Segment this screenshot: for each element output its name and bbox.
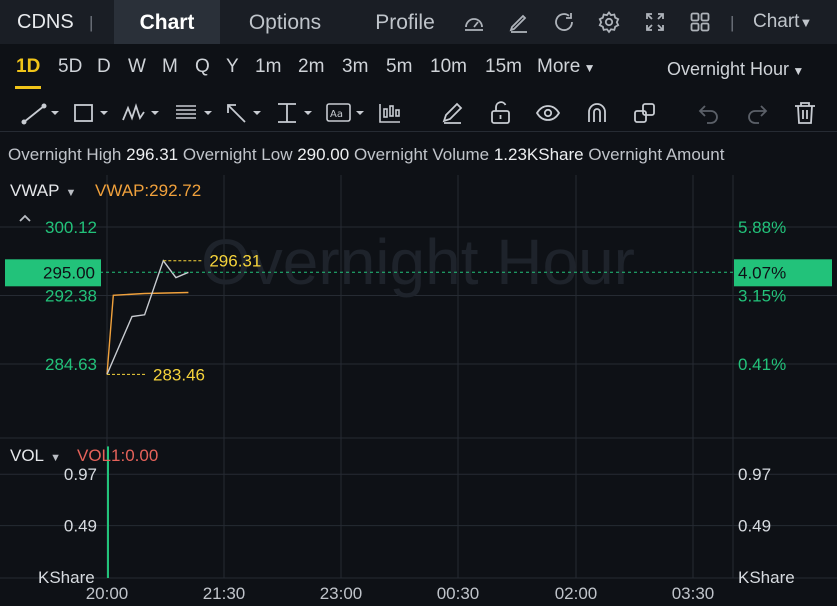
marker-label: 283.46 xyxy=(153,365,205,384)
time-tick-label: 23:00 xyxy=(320,584,363,603)
time-tick-label: 02:00 xyxy=(555,584,598,603)
price-line xyxy=(106,259,189,375)
current-price-label: 295.00 xyxy=(43,263,95,282)
volume-tick-label: 0.49 xyxy=(64,517,97,536)
time-tick-label: 03:30 xyxy=(672,584,715,603)
chevron-up-icon[interactable] xyxy=(17,210,33,226)
time-axis: 20:00 21:30 23:00 00:30 02:00 03:30 xyxy=(86,584,715,603)
session-watermark: Overnight Hour xyxy=(201,226,635,298)
vol-name: VOL xyxy=(10,446,45,465)
vwap-indicator-menu[interactable]: VWAP ▼ xyxy=(10,181,76,201)
percent-tick-label: 0.41% xyxy=(738,355,786,374)
price-chart[interactable]: Overnight Hour 300.12 5.88% 292.38 3.15% 284… xyxy=(0,0,837,606)
volume-tick-label: 0.97 xyxy=(64,465,97,484)
volume-panel: 0.97 0.970.49 0.49KShare KShare xyxy=(38,446,795,587)
time-tick-label: 20:00 xyxy=(86,584,129,603)
price-tick-label: 292.38 xyxy=(45,286,97,305)
vwap-value: VWAP:292.72 xyxy=(95,181,202,200)
price-tick-label: 300.12 xyxy=(45,218,97,237)
caret-down-icon: ▼ xyxy=(44,452,62,464)
volume-unit-label: KShare xyxy=(738,568,795,587)
vol-value: VOL1:0.00 xyxy=(77,446,159,465)
time-tick-label: 00:30 xyxy=(437,584,480,603)
caret-down-icon: ▼ xyxy=(59,187,77,199)
vwap-name: VWAP xyxy=(10,181,60,200)
volume-bar xyxy=(107,446,109,578)
percent-tick-label: 3.15% xyxy=(738,286,786,305)
time-tick-label: 21:30 xyxy=(203,584,246,603)
marker-label: 296.31 xyxy=(209,252,261,271)
vol-indicator-menu[interactable]: VOL ▼ xyxy=(10,446,61,466)
current-percent-label: 4.07% xyxy=(738,263,786,282)
percent-tick-label: 5.88% xyxy=(738,218,786,237)
price-tick-label: 284.63 xyxy=(45,355,97,374)
volume-tick-label: 0.49 xyxy=(738,517,771,536)
volume-tick-label: 0.97 xyxy=(738,465,771,484)
